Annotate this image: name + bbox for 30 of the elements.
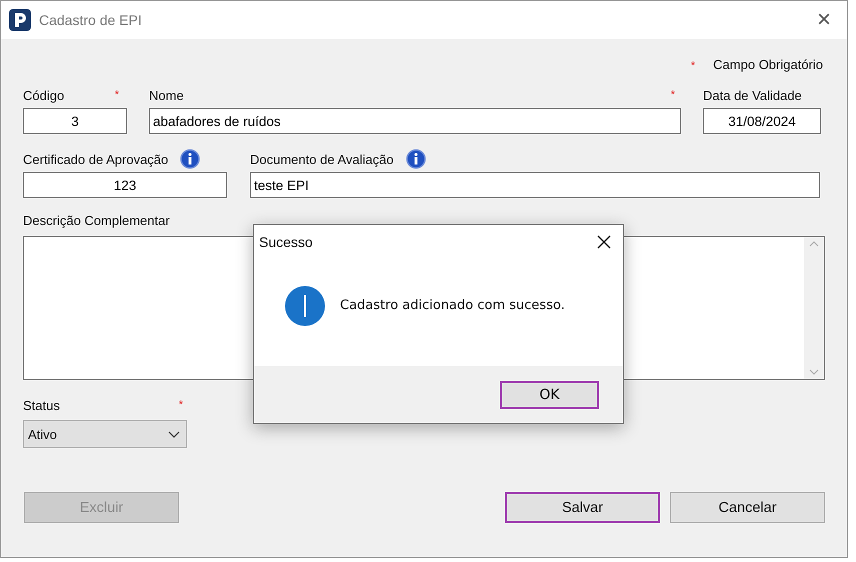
status-dropdown[interactable]: Ativo [23, 420, 187, 448]
ok-button[interactable]: OK [500, 380, 599, 408]
field-label: Certificado de Aprovação [23, 152, 168, 166]
action-button[interactable]: Salvar [505, 492, 660, 523]
app-logo-icon [9, 9, 31, 31]
required-mark: * [670, 89, 675, 101]
field-label: Nome [149, 88, 184, 102]
dialog-message: Cadastro adicionado com sucesso. [340, 298, 565, 313]
field-label: Status [23, 398, 60, 412]
close-button[interactable]: × [809, 5, 839, 35]
info-icon [284, 284, 326, 326]
info-icon[interactable] [406, 149, 426, 169]
text-field[interactable]: 123 [23, 172, 227, 198]
text-field[interactable]: 3 [23, 108, 127, 134]
field-label: Data de Validade [703, 88, 802, 102]
field-label: Descrição Complementar [23, 213, 170, 228]
required-mark: * [690, 60, 696, 72]
action-button[interactable]: Cancelar [670, 492, 826, 523]
text-field[interactable]: abafadores de ruídos [149, 108, 681, 134]
field-label: Documento de Avaliação [250, 152, 394, 166]
field-label: Código [23, 88, 64, 102]
required-mark: * [114, 89, 119, 101]
window-title: Cadastro de EPI [39, 12, 143, 28]
text-field[interactable]: teste EPI [250, 172, 820, 198]
chevron-down-icon [168, 430, 180, 438]
required-mark: * [178, 399, 183, 411]
text-field[interactable]: 31/08/2024 [703, 108, 821, 134]
info-icon[interactable] [180, 149, 200, 169]
required-legend: Campo Obrigatório [713, 57, 823, 72]
dialog-title: Sucesso [259, 234, 313, 250]
